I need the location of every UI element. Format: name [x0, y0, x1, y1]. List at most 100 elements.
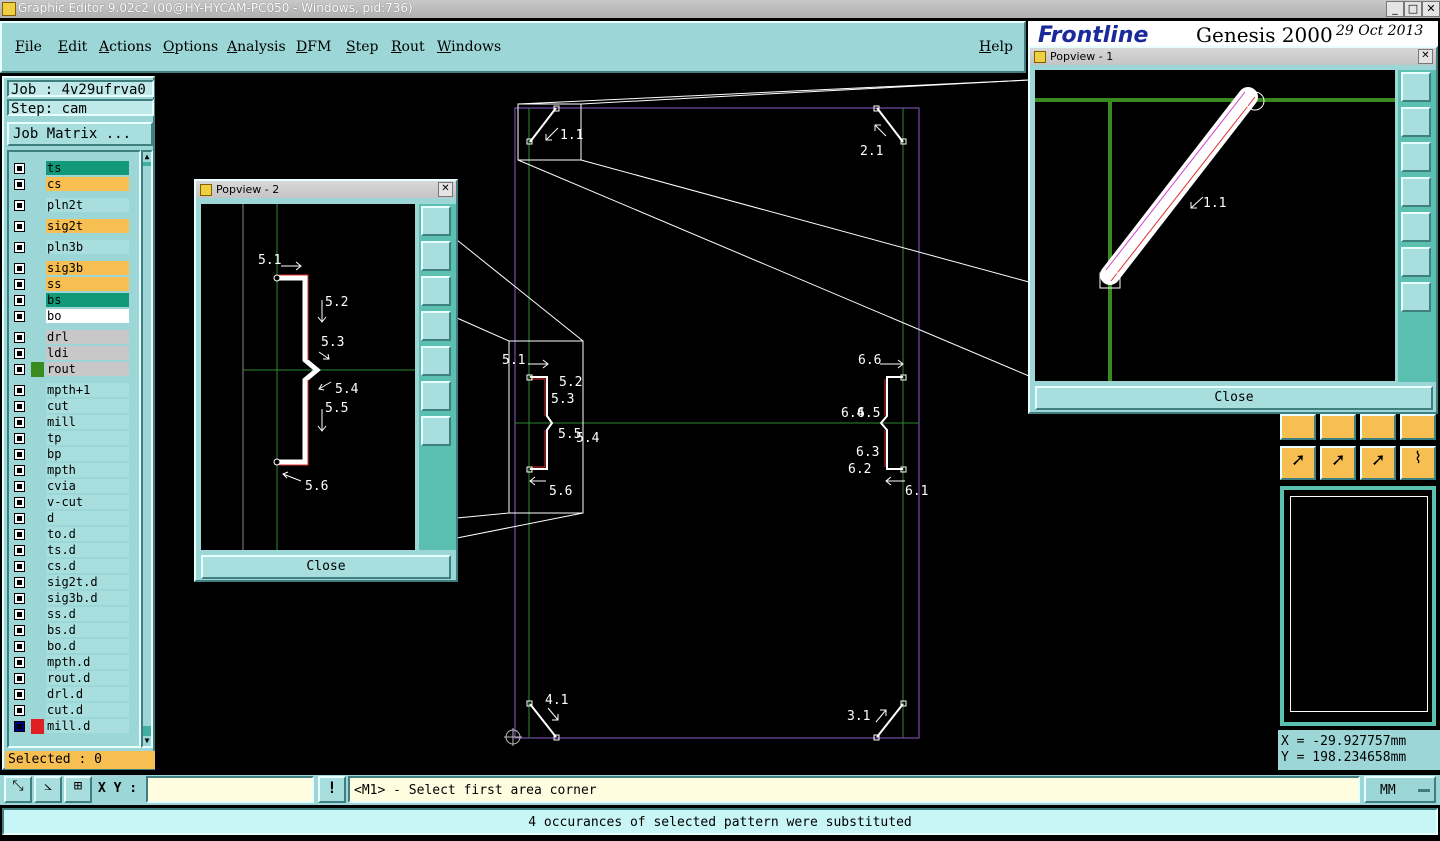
layer-checkbox[interactable] [14, 242, 25, 253]
menu-help[interactable]: Help [979, 39, 1013, 55]
angle-tool-icon[interactable] [1400, 414, 1436, 440]
layer-name[interactable]: bo.d [46, 639, 129, 653]
layer-row-v-cut[interactable]: v-cut [12, 495, 129, 510]
layer-checkbox[interactable] [14, 332, 25, 343]
layer-row-pln3b[interactable]: pln3b [12, 240, 129, 255]
layer-color-swatch[interactable] [31, 575, 44, 590]
dimension-tool-icon[interactable] [1360, 414, 1396, 440]
layer-checkbox[interactable] [14, 221, 25, 232]
layer-name[interactable]: bs [46, 293, 129, 307]
layer-checkbox[interactable] [14, 279, 25, 290]
pan-down-icon[interactable] [1401, 142, 1431, 172]
menu-analysis[interactable]: Analysis [227, 39, 286, 55]
layer-name[interactable]: bs.d [46, 623, 129, 637]
layer-color-swatch[interactable] [31, 447, 44, 462]
scroll-down-icon[interactable]: ▼ [143, 736, 151, 746]
pan-up-icon[interactable] [1401, 107, 1431, 137]
layer-name[interactable]: mpth.d [46, 655, 129, 669]
zoom-window-icon[interactable] [421, 206, 451, 236]
popview-1-close-icon[interactable]: ✕ [1418, 49, 1433, 64]
pan-left-icon[interactable] [1401, 177, 1431, 207]
xy-input[interactable] [146, 776, 314, 803]
layer-checkbox[interactable] [14, 577, 25, 588]
layer-checkbox[interactable] [14, 513, 25, 524]
pan-right-icon[interactable] [1401, 212, 1431, 242]
layer-color-swatch[interactable] [31, 330, 44, 345]
maximize-button[interactable]: □ [1404, 1, 1422, 17]
layer-row-sig2t[interactable]: sig2t [12, 219, 129, 234]
layer-row-ldi[interactable]: ldi [12, 346, 129, 361]
layer-checkbox[interactable] [14, 673, 25, 684]
layer-checkbox[interactable] [14, 449, 25, 460]
layer-name[interactable]: v-cut [46, 495, 129, 509]
layer-name[interactable]: mpth+1 [46, 383, 129, 397]
layer-checkbox[interactable] [14, 657, 25, 668]
zoom-fit-icon[interactable]: ⤡ [4, 776, 32, 803]
layer-color-swatch[interactable] [31, 415, 44, 430]
layer-row-to.d[interactable]: to.d [12, 527, 129, 542]
layer-color-swatch[interactable] [31, 623, 44, 638]
layer-color-swatch[interactable] [31, 559, 44, 574]
menu-actions[interactable]: Actions [99, 39, 152, 55]
layer-name[interactable]: sig3b.d [46, 591, 129, 605]
layer-color-swatch[interactable] [31, 479, 44, 494]
layer-color-swatch[interactable] [31, 399, 44, 414]
layer-row-mill[interactable]: mill [12, 415, 129, 430]
layer-checkbox[interactable] [14, 263, 25, 274]
layer-checkbox[interactable] [14, 625, 25, 636]
layer-row-bo.d[interactable]: bo.d [12, 639, 129, 654]
menu-file[interactable]: File [15, 39, 42, 55]
layer-name[interactable]: mpth [46, 463, 129, 477]
layer-name[interactable]: cs.d [46, 559, 129, 573]
layer-color-swatch[interactable] [31, 463, 44, 478]
layer-color-swatch[interactable] [31, 177, 44, 192]
select-box-icon[interactable]: ➚ [1320, 446, 1356, 480]
layer-color-swatch[interactable] [31, 362, 44, 377]
layer-checkbox[interactable] [14, 721, 25, 732]
popview-2-canvas[interactable] [201, 204, 415, 550]
layer-color-swatch[interactable] [31, 346, 44, 361]
units-select[interactable]: MM [1364, 776, 1436, 803]
layer-row-sig2t.d[interactable]: sig2t.d [12, 575, 129, 590]
layer-checkbox[interactable] [14, 295, 25, 306]
popview-2-close-button[interactable]: Close [201, 555, 451, 579]
layer-row-mpth[interactable]: mpth [12, 463, 129, 478]
measure-tool-icon[interactable] [1320, 414, 1356, 440]
layer-name[interactable]: rout [46, 362, 129, 376]
pan-up-icon[interactable] [421, 241, 451, 271]
zoom-out-icon[interactable] [421, 381, 451, 411]
layer-color-swatch[interactable] [31, 219, 44, 234]
scroll-up-icon[interactable]: ▲ [143, 152, 151, 162]
layer-name[interactable]: to.d [46, 527, 129, 541]
layer-color-swatch[interactable] [31, 511, 44, 526]
layer-checkbox[interactable] [14, 311, 25, 322]
layer-checkbox[interactable] [14, 705, 25, 716]
layer-row-d[interactable]: d [12, 511, 129, 526]
layer-name[interactable]: ss [46, 277, 129, 291]
layer-row-cs.d[interactable]: cs.d [12, 559, 129, 574]
layer-color-swatch[interactable] [31, 591, 44, 606]
layer-color-swatch[interactable] [31, 543, 44, 558]
menu-step[interactable]: Step [346, 39, 378, 55]
layer-checkbox[interactable] [14, 529, 25, 540]
layer-name[interactable]: cvia [46, 479, 129, 493]
layer-row-bo[interactable]: bo [12, 309, 129, 324]
layer-row-cut[interactable]: cut [12, 399, 129, 414]
layer-row-rout[interactable]: rout [12, 362, 129, 377]
layer-checkbox[interactable] [14, 465, 25, 476]
layer-name[interactable]: ts.d [46, 543, 129, 557]
layer-checkbox[interactable] [14, 641, 25, 652]
layer-name[interactable]: tp [46, 431, 129, 445]
layer-color-swatch[interactable] [31, 431, 44, 446]
layer-name[interactable]: ts [46, 161, 129, 175]
layer-row-cs[interactable]: cs [12, 177, 129, 192]
menu-edit[interactable]: Edit [58, 39, 87, 55]
layer-name[interactable]: sig2t [46, 219, 129, 233]
layer-name[interactable]: ldi [46, 346, 129, 360]
layer-name[interactable]: rout.d [46, 671, 129, 685]
layer-color-swatch[interactable] [31, 687, 44, 702]
layer-color-swatch[interactable] [31, 383, 44, 398]
layer-row-mpth+1[interactable]: mpth+1 [12, 383, 129, 398]
layer-checkbox[interactable] [14, 497, 25, 508]
layer-row-cut.d[interactable]: cut.d [12, 703, 129, 718]
